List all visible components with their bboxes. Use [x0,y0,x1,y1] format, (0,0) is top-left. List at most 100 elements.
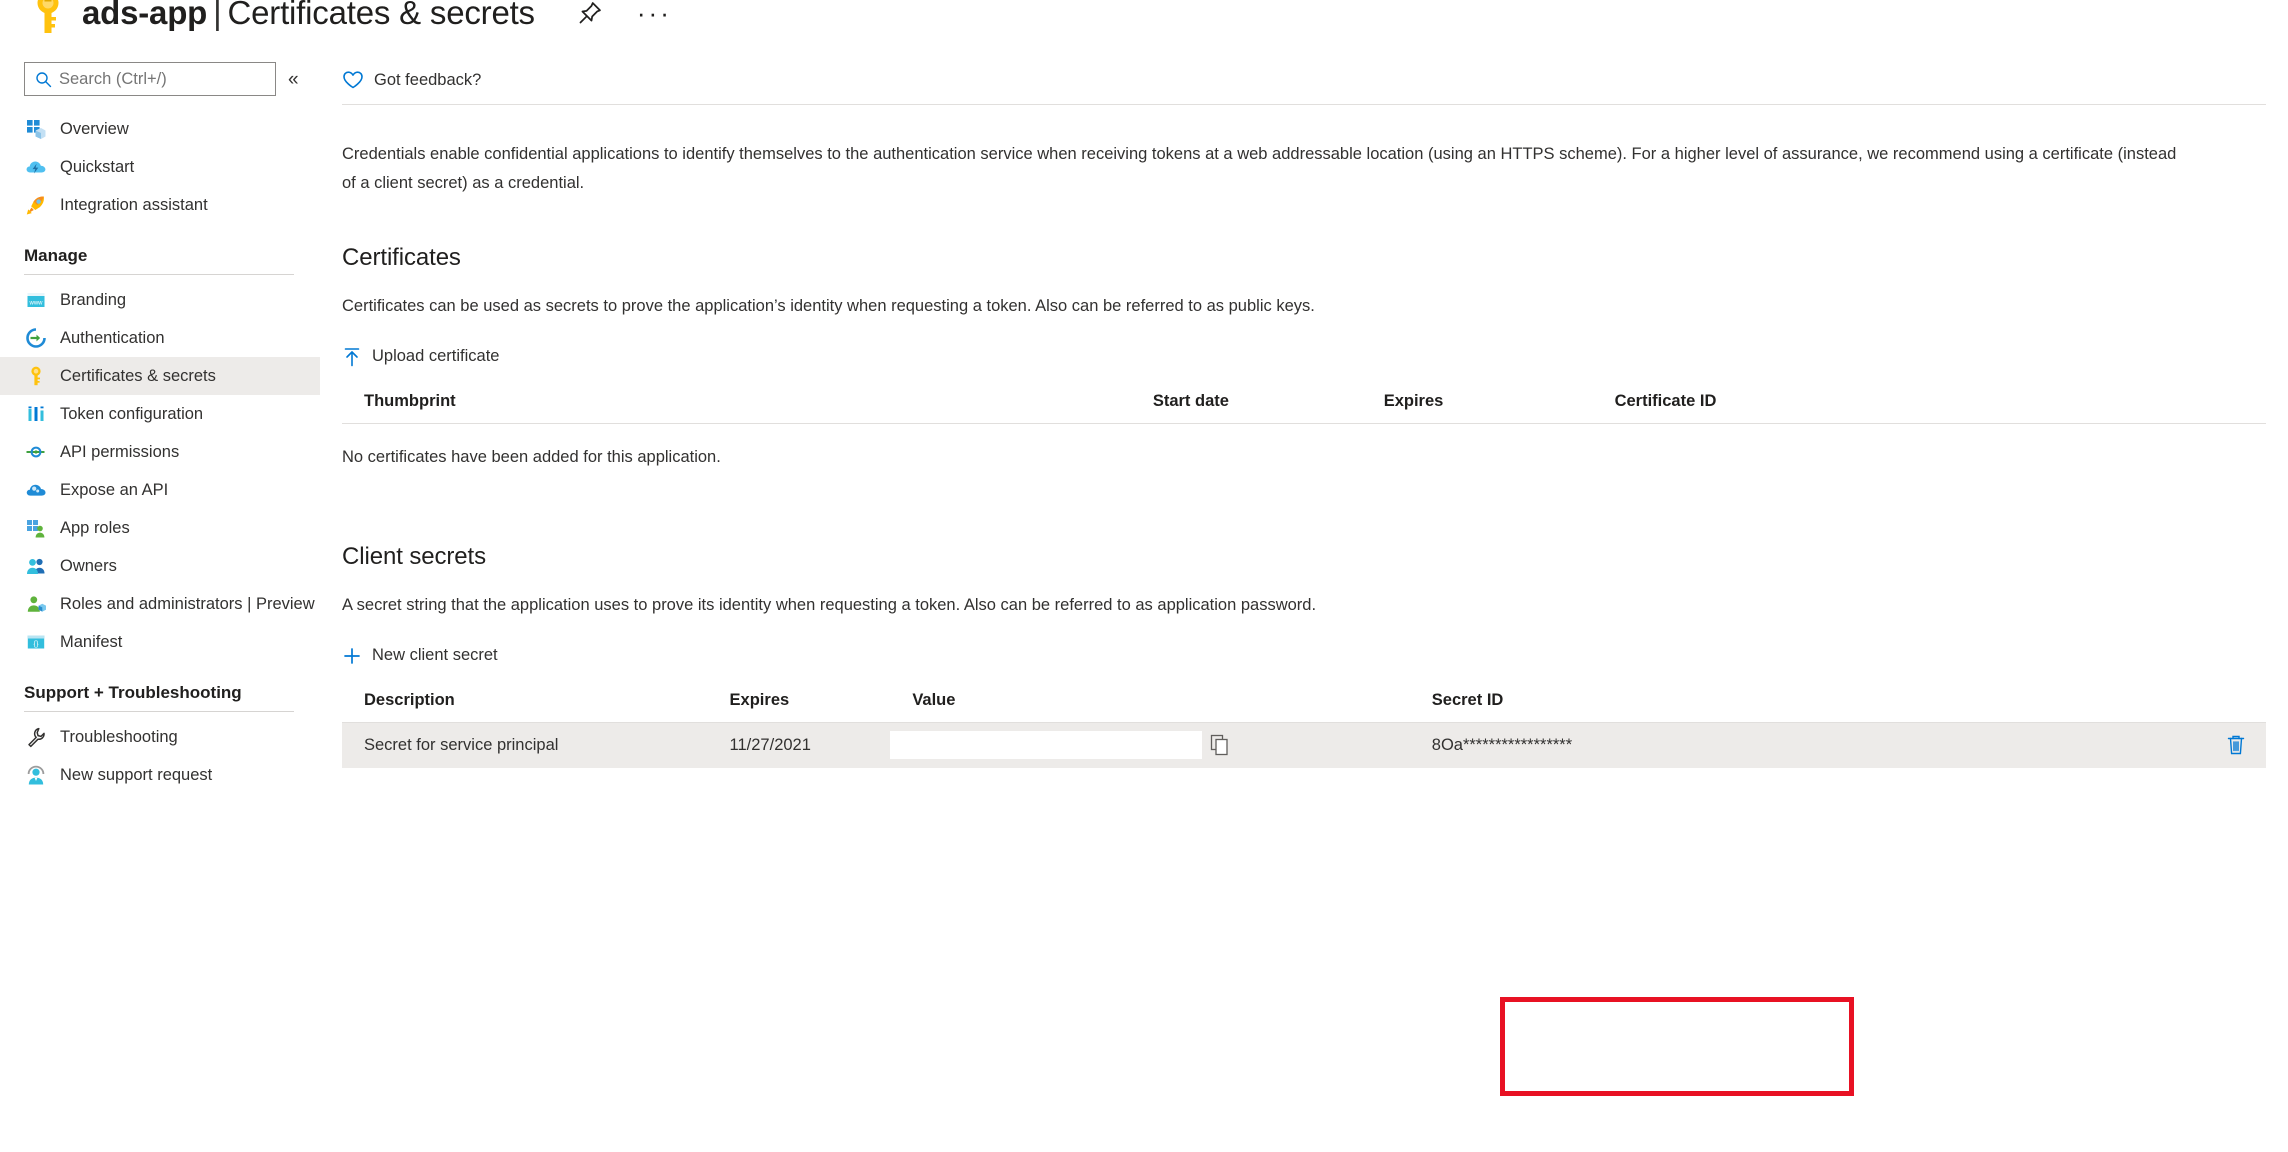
table-row[interactable]: Secret for service principal 11/27/2021 [342,722,2266,768]
command-bar-divider [342,104,2266,105]
client-secrets-heading: Client secrets [342,542,486,570]
sidebar-item-label: Roles and administrators | Preview [60,595,315,613]
rocket-icon [24,193,48,217]
app-roles-icon [24,516,48,540]
upload-certificate-label: Upload certificate [372,347,500,365]
cell-expires: 11/27/2021 [707,722,891,768]
heart-icon [342,70,364,90]
sidebar-item-api-permissions[interactable]: API permissions [0,433,320,471]
sidebar-item-troubleshooting[interactable]: Troubleshooting [0,718,320,756]
sidebar-item-label: Troubleshooting [60,728,178,746]
sidebar-group-manage-header: Manage [0,246,320,275]
sidebar-item-label: Overview [60,120,129,138]
got-feedback-button[interactable]: Got feedback? [342,63,495,97]
table-header-row: Thumbprint Start date Expires Certificat… [342,387,2266,424]
column-header-thumbprint: Thumbprint [342,387,1131,424]
upload-arrow-icon [342,346,362,368]
expose-api-cloud-icon [24,478,48,502]
column-header-expires: Expires [1361,387,1593,424]
client-secrets-description: A secret string that the application use… [342,595,1317,614]
sidebar-item-label: Quickstart [60,158,135,176]
client-secret-value-cell [890,731,1409,760]
api-permissions-icon [24,440,48,464]
certificates-section: Certificates Certificates can be used as… [342,244,2266,467]
sidebar-item-label: API permissions [60,443,180,461]
sidebar-item-label: Certificates & secrets [60,367,216,385]
column-header-expires: Expires [707,686,891,723]
sidebar-group-title: Support + Troubleshooting [24,683,242,702]
collapse-sidebar-button[interactable]: « [288,70,299,89]
wrench-icon [24,725,48,749]
blade-title-bar: ads-app | Certificates & secrets ··· [0,0,2288,44]
azure-portal-blade: ads-app|Certificates & secrets ··· « [0,0,2288,1152]
sidebar-item-branding[interactable]: www Branding [0,281,320,319]
sidebar-item-app-roles[interactable]: App roles [0,509,320,547]
roles-admin-icon [24,592,48,616]
page-title: ads-app | Certificates & secrets [82,0,535,35]
cell-value [890,722,1410,768]
key-icon [37,0,59,33]
manifest-braces-icon: {} [24,630,48,654]
sidebar-item-manifest[interactable]: {} Manifest [0,623,320,661]
sidebar-item-label: New support request [60,766,213,784]
copy-icon[interactable] [1210,734,1230,756]
search-box[interactable] [24,62,276,96]
certificates-table: Thumbprint Start date Expires Certificat… [342,387,2266,424]
blade-sidebar: « Overview [0,56,320,1152]
certificates-empty-message: No certificates have been added for this… [342,447,721,466]
column-header-secret-id: Secret ID [1409,686,2266,723]
owners-people-icon [24,554,48,578]
sidebar-item-label: App roles [60,519,130,537]
sidebar-item-label: Authentication [60,329,165,347]
new-client-secret-action: New client secret [342,639,2266,673]
divider [24,711,294,712]
sidebar-item-label: Branding [60,291,127,309]
trash-icon[interactable] [2226,734,2246,756]
sidebar-item-new-support-request[interactable]: New support request [0,756,320,794]
more-options-button[interactable]: ··· [637,0,672,26]
svg-text:{}: {} [33,639,39,648]
blade-content: Got feedback? Credentials enable confide… [320,56,2288,1152]
sidebar-item-roles-and-administrators[interactable]: Roles and administrators | Preview [0,585,320,623]
svg-text:www: www [29,300,44,306]
sidebar-item-label: Expose an API [60,481,169,499]
sidebar-item-expose-an-api[interactable]: Expose an API [0,471,320,509]
got-feedback-label: Got feedback? [374,70,482,89]
new-client-secret-label: New client secret [372,646,498,664]
sidebar-group-title: Manage [24,246,88,265]
search-input[interactable] [59,69,249,89]
column-header-start-date: Start date [1130,387,1362,424]
client-secret-value-input[interactable] [890,731,1203,760]
sidebar-top-nav: Overview Quickstart Integration assistan… [0,110,320,224]
certificates-description: Certificates can be used as secrets to p… [342,296,1315,315]
client-secrets-table: Description Expires Value Secret ID Secr… [342,686,2266,768]
content-area: Credentials enable confidential applicat… [320,122,2288,768]
overview-icon [24,117,48,141]
search-icon [36,71,52,87]
command-bar: Got feedback? [320,56,2288,104]
authentication-arrow-icon [24,326,48,350]
title-separator: | [213,0,222,31]
quickstart-cloud-icon [24,155,48,179]
sidebar-item-label: Integration assistant [60,196,208,214]
key-icon [24,364,48,388]
table-header-row: Description Expires Value Secret ID [342,686,2266,723]
pin-icon[interactable] [577,0,603,26]
client-secrets-section: Client secrets A secret string that the … [342,542,2266,768]
sidebar-item-authentication[interactable]: Authentication [0,319,320,357]
sidebar-item-overview[interactable]: Overview [0,110,320,148]
sidebar-item-owners[interactable]: Owners [0,547,320,585]
sidebar-item-token-configuration[interactable]: Token configuration [0,395,320,433]
upload-certificate-button[interactable]: Upload certificate [342,340,2266,374]
new-client-secret-button[interactable]: New client secret [342,639,2266,673]
branding-www-icon: www [24,288,48,312]
sidebar-group-manage-items: www Branding Authentication Certificates… [0,281,320,661]
sidebar-group-support-header: Support + Troubleshooting [0,683,320,712]
plus-icon [342,646,362,666]
sidebar-item-certificates-and-secrets[interactable]: Certificates & secrets [0,357,320,395]
sidebar-item-quickstart[interactable]: Quickstart [0,148,320,186]
sidebar-item-integration-assistant[interactable]: Integration assistant [0,186,320,224]
certificates-heading: Certificates [342,243,461,271]
token-bars-icon [24,402,48,426]
column-header-description: Description [342,686,708,723]
